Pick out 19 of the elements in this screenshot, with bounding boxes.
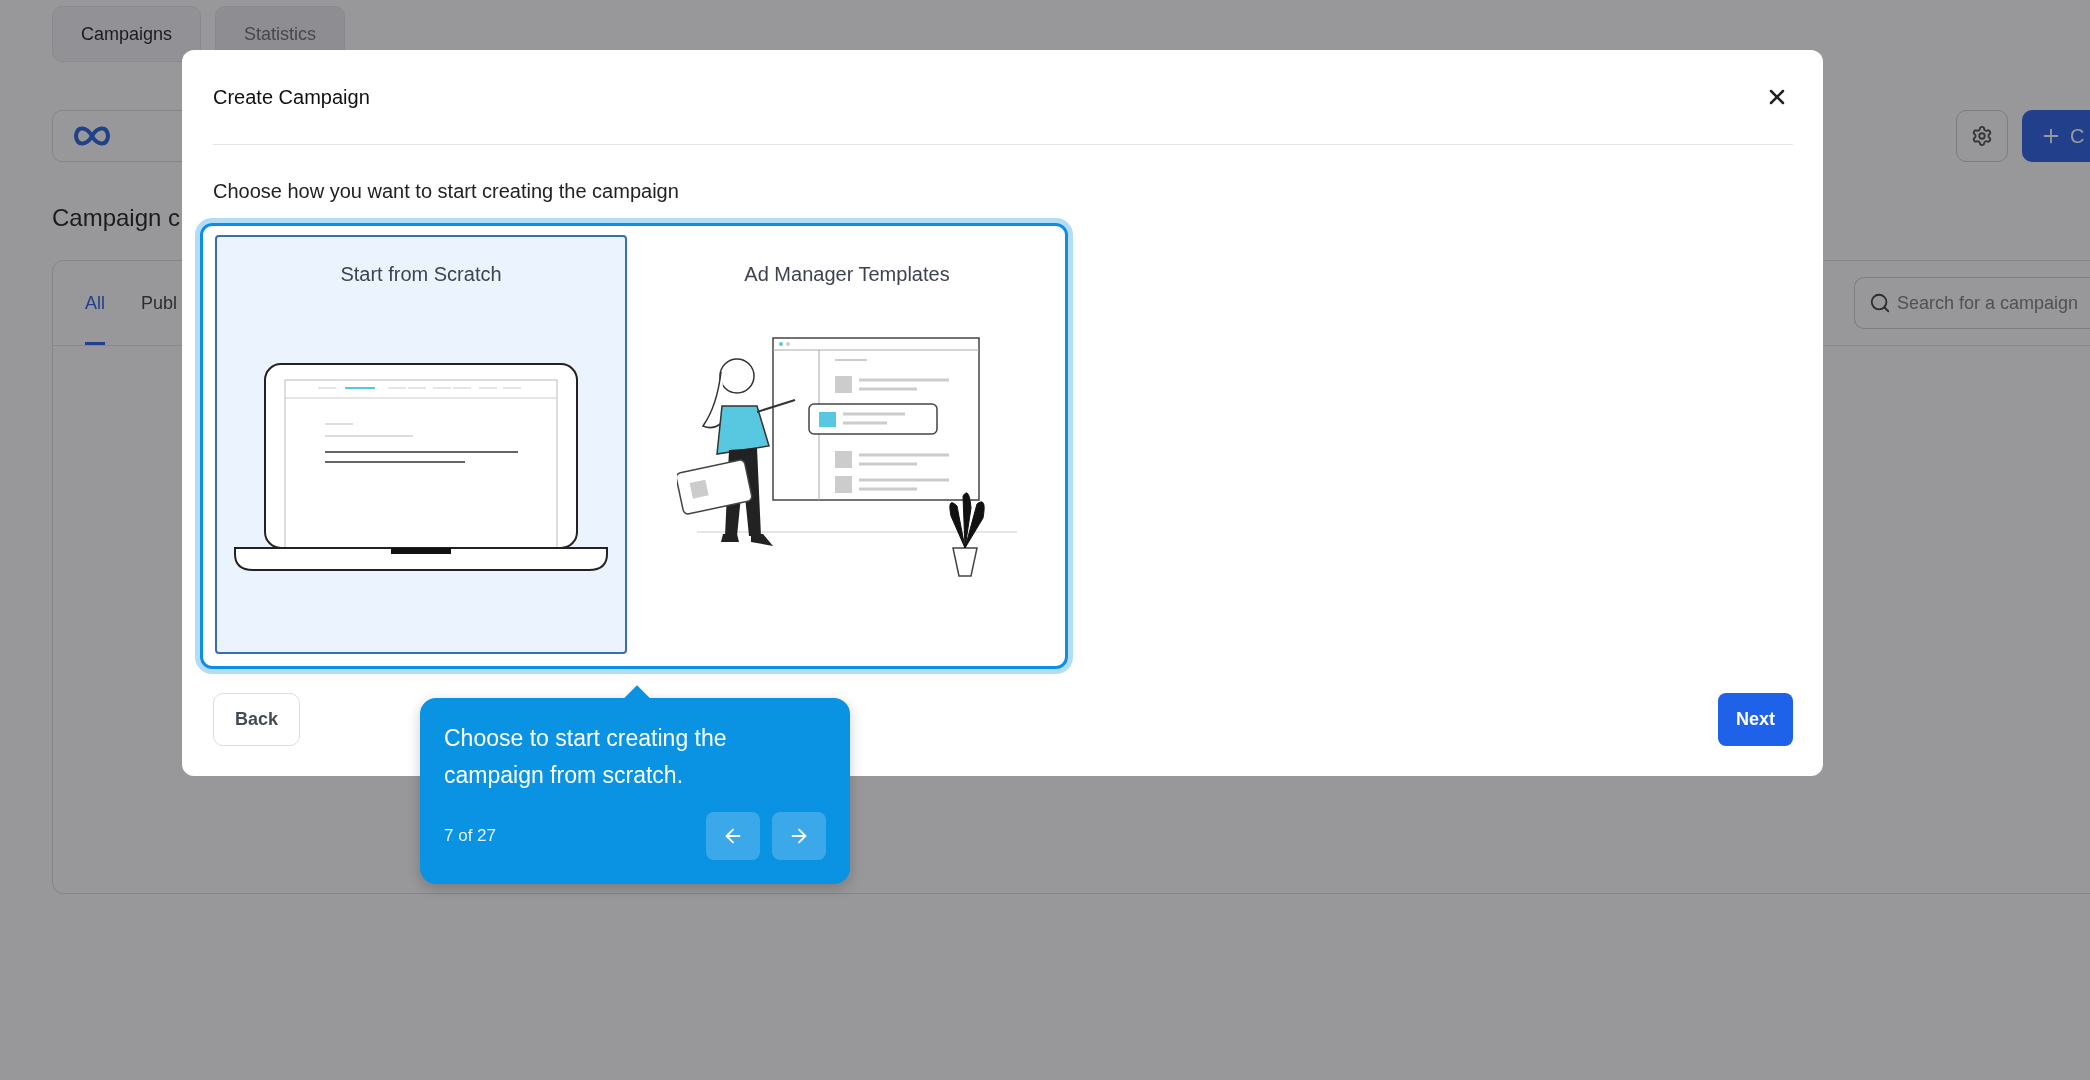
filter-tab[interactable]: All <box>85 261 105 345</box>
next-button[interactable]: Next <box>1718 693 1793 746</box>
search-field[interactable]: Search for a campaign <box>1854 277 2090 329</box>
back-button[interactable]: Back <box>213 693 301 746</box>
dialog-prompt: Choose how you want to start creating the campaign <box>213 180 680 203</box>
search-icon <box>1869 292 1891 314</box>
infinity-logo-icon <box>73 125 111 147</box>
page-tab[interactable]: Campaigns <box>52 6 202 62</box>
option-card[interactable]: Start from Scratch <box>215 235 627 654</box>
option-title: Ad Manager Templates <box>744 263 950 286</box>
section-heading: Campaign c <box>52 204 182 232</box>
filter-tab[interactable]: Publ <box>141 261 178 345</box>
option-title: Start from Scratch <box>340 263 502 286</box>
tooltip-text: Choose to start creating the campaign from scratch. <box>444 724 728 790</box>
settings-icon <box>1971 125 1993 147</box>
dialog-title: Create Campaign <box>213 85 370 109</box>
settings-button[interactable] <box>1956 110 2008 162</box>
step-counter: 7 of 27 <box>444 826 497 846</box>
create-button[interactable]: C <box>2022 110 2090 162</box>
